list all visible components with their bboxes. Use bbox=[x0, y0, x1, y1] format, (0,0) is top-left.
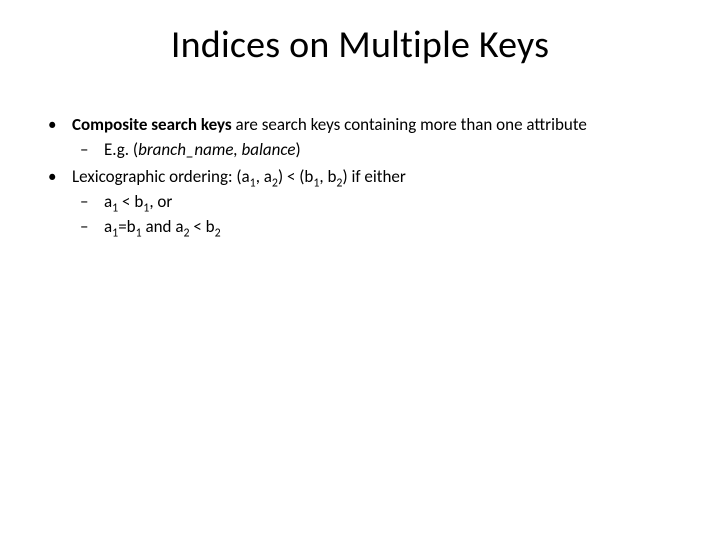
text: Lexicographic ordering: (a bbox=[72, 166, 250, 187]
slide-title: Indices on Multiple Keys bbox=[0, 0, 720, 86]
sub-bullet-example: E.g. (branch_name, balance) bbox=[72, 139, 680, 162]
text: , a bbox=[256, 166, 272, 187]
bullet-list: Composite search keys are search keys co… bbox=[40, 114, 680, 239]
bullet-composite-keys: Composite search keys are search keys co… bbox=[40, 114, 680, 162]
text: , b bbox=[319, 166, 336, 187]
sub-bullet-cond1: a1 < b1, or bbox=[72, 191, 680, 214]
text: are search keys containing more than one… bbox=[232, 114, 587, 135]
text: , or bbox=[149, 191, 172, 212]
text: < b bbox=[190, 216, 215, 237]
text: ) bbox=[296, 139, 301, 160]
sub-list: a1 < b1, or a1=b1 and a2 < b2 bbox=[72, 191, 680, 239]
text: a bbox=[104, 191, 112, 212]
text: < b bbox=[118, 191, 143, 212]
text: ) if either bbox=[342, 166, 405, 187]
subscript: 2 bbox=[215, 226, 221, 240]
slide: Indices on Multiple Keys Composite searc… bbox=[0, 0, 720, 540]
text: E.g. ( bbox=[104, 139, 138, 160]
slide-body: Composite search keys are search keys co… bbox=[0, 86, 720, 239]
text: and a bbox=[142, 216, 184, 237]
text: a bbox=[104, 216, 112, 237]
sub-list: E.g. (branch_name, balance) bbox=[72, 139, 680, 162]
sub-bullet-cond2: a1=b1 and a2 < b2 bbox=[72, 216, 680, 239]
italic-example: branch_name, balance bbox=[138, 139, 295, 160]
bullet-lexicographic: Lexicographic ordering: (a1, a2) < (b1, … bbox=[40, 166, 680, 239]
bold-term: Composite search keys bbox=[72, 114, 232, 135]
text: =b bbox=[118, 216, 135, 237]
text: ) < (b bbox=[278, 166, 313, 187]
